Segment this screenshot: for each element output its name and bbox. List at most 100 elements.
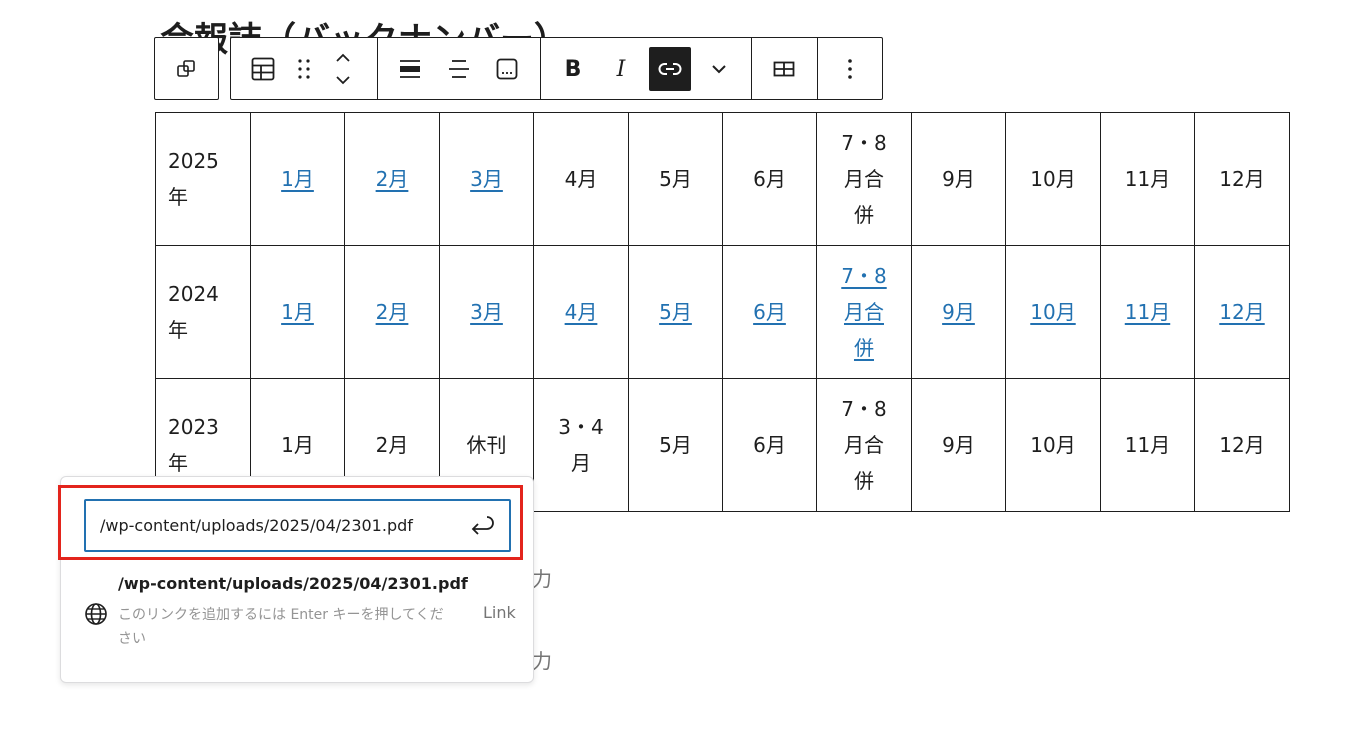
background-text: 力 (532, 567, 552, 591)
month-cell[interactable]: 12月 (1194, 245, 1290, 379)
italic-icon: I (616, 56, 626, 82)
table-block-button[interactable] (241, 46, 285, 92)
month-label-line: 併 (854, 469, 874, 493)
month-link[interactable]: 9月 (942, 300, 975, 324)
month-label-line[interactable]: 併 (841, 330, 886, 366)
month-link[interactable]: 11月 (1125, 300, 1170, 324)
month-cell: 7・8 月合併 (816, 378, 912, 512)
month-cell[interactable]: 5月 (628, 245, 723, 379)
month-label: 5月 (659, 167, 692, 191)
month-label: 9月 (942, 433, 975, 457)
table-row: 2025 年 1月 2月 3月 4月 5月 6月 7・8 月合併 9月 10月 11月 12月 (155, 112, 1290, 246)
link-suggestion[interactable]: /wp-content/uploads/2025/04/2301.pdf このリ… (84, 572, 524, 652)
month-link[interactable]: 2月 (376, 300, 409, 324)
month-cell[interactable]: 1月 (250, 245, 345, 379)
month-label: 11月 (1124, 167, 1171, 191)
align-center-button[interactable] (437, 46, 481, 92)
month-cell: 5月 (628, 378, 723, 512)
month-cell: 3・4 月 (533, 378, 629, 512)
table-edit-icon (773, 61, 795, 77)
month-label: 6月 (753, 167, 786, 191)
month-label-line[interactable]: 7・8 (841, 258, 886, 294)
month-label: 9月 (942, 167, 975, 191)
month-cell: 10月 (1005, 112, 1101, 246)
month-cell[interactable]: 7・8 月合併 (816, 245, 912, 379)
month-cell: 7・8 月合併 (816, 112, 912, 246)
month-link[interactable]: 2月 (376, 167, 409, 191)
month-link[interactable]: 4月 (565, 300, 598, 324)
options-button[interactable] (828, 46, 872, 92)
month-label: 休刊 (466, 433, 507, 457)
background-text: 力 (532, 649, 552, 673)
month-link[interactable]: 5月 (659, 300, 692, 324)
bold-button[interactable]: B (551, 46, 595, 92)
month-label: 10月 (1030, 167, 1076, 191)
month-label-line: 月 (571, 451, 591, 475)
month-cell[interactable]: 2月 (344, 245, 440, 379)
month-label: 12月 (1219, 433, 1265, 457)
month-label-line: 月合 (844, 433, 884, 457)
transform-button[interactable] (164, 46, 208, 92)
link-button[interactable] (649, 47, 691, 91)
move-up-down-button[interactable] (323, 46, 363, 92)
caption-button[interactable] (485, 46, 529, 92)
italic-button[interactable]: I (599, 46, 643, 92)
month-label: 5月 (659, 433, 692, 457)
month-cell: 4月 (533, 112, 629, 246)
year-label: 2023 (168, 415, 219, 439)
month-link[interactable]: 6月 (753, 300, 786, 324)
align-full-button[interactable] (388, 46, 432, 92)
month-cell[interactable]: 3月 (439, 112, 534, 246)
suggestion-info: このリンクを追加するには Enter キーを押してください (118, 607, 444, 647)
block-toolbar: B I (230, 37, 883, 100)
more-formats-button[interactable] (697, 46, 741, 92)
month-cell: 10月 (1005, 378, 1101, 512)
chevron-down-icon (712, 65, 726, 74)
month-label-line[interactable]: 月合 (841, 294, 886, 330)
month-label: 3・4 月 (544, 409, 618, 481)
toolbar-transform-group (154, 37, 219, 100)
month-label-line: 併 (854, 203, 874, 227)
year-label: 2025 (168, 149, 219, 173)
month-link[interactable]: 3月 (470, 300, 503, 324)
month-cell: 5月 (628, 112, 723, 246)
month-link[interactable]: 12月 (1219, 300, 1264, 324)
month-cell[interactable]: 6月 (722, 245, 817, 379)
align-full-icon (400, 60, 420, 78)
backnumber-table: 2025 年 1月 2月 3月 4月 5月 6月 7・8 月合併 9月 10月 11月 12月 2024 年 1… (155, 112, 1290, 512)
month-cell[interactable]: 4月 (533, 245, 629, 379)
year-label: 2024 (168, 282, 219, 306)
toolbar-divider (540, 38, 541, 99)
month-label-line: 月合 (844, 167, 884, 191)
month-cell[interactable]: 1月 (250, 112, 345, 246)
url-input[interactable] (100, 501, 460, 550)
table-icon (251, 57, 275, 81)
month-label: 12月 (1219, 167, 1265, 191)
month-link[interactable]: 1月 (281, 167, 314, 191)
month-cell: 11月 (1100, 112, 1195, 246)
year-cell: 2024 年 (155, 245, 251, 379)
suggestion-type: Link (483, 603, 516, 622)
month-label: 4月 (564, 167, 598, 191)
bold-icon: B (564, 56, 582, 82)
month-link[interactable]: 7・8 月合併 (841, 258, 886, 366)
link-icon (658, 63, 682, 75)
caption-icon (496, 58, 518, 80)
month-cell[interactable]: 10月 (1005, 245, 1101, 379)
month-cell[interactable]: 2月 (344, 112, 440, 246)
suggestion-title: /wp-content/uploads/2025/04/2301.pdf (118, 574, 468, 593)
url-field[interactable] (84, 499, 511, 552)
edit-table-button[interactable] (762, 46, 806, 92)
month-cell[interactable]: 9月 (911, 245, 1006, 379)
month-cell: 12月 (1194, 378, 1290, 512)
month-cell[interactable]: 3月 (439, 245, 534, 379)
month-link[interactable]: 10月 (1030, 300, 1075, 324)
month-link[interactable]: 3月 (470, 167, 503, 191)
month-label: 11月 (1124, 433, 1171, 457)
drag-handle[interactable] (283, 46, 325, 92)
month-cell: 11月 (1100, 378, 1195, 512)
table-row: 2024 年 1月 2月 3月 4月 5月 6月 7・8 月合併 9月 10月 11月 12月 (155, 245, 1290, 379)
month-link[interactable]: 1月 (281, 300, 314, 324)
enter-icon[interactable] (469, 513, 495, 539)
month-cell[interactable]: 11月 (1100, 245, 1195, 379)
